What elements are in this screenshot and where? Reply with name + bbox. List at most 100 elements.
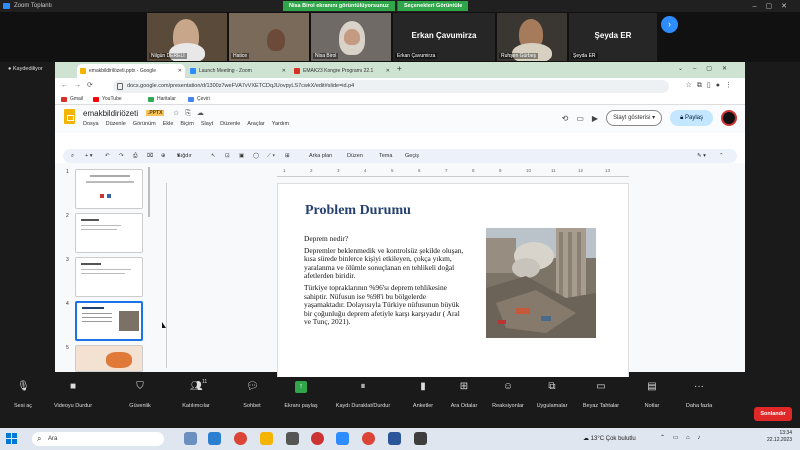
ruler-tick: 2	[310, 168, 313, 173]
bookmark-youtube[interactable]: YouTube	[93, 96, 122, 102]
title-icons[interactable]: ☆⎘☁	[173, 109, 210, 118]
add-icon[interactable]: + ▾	[85, 149, 93, 163]
bookmark-label: Çeviri	[197, 96, 210, 102]
slide-thumbnail[interactable]	[75, 213, 143, 253]
address-bar[interactable]: docs.google.com/presentation/d/1300z7weF…	[113, 80, 669, 93]
fit-dropdown[interactable]: Sığdır ▾	[177, 149, 192, 163]
bookmark-gmail[interactable]: Gmail	[61, 96, 83, 102]
zoom-app-icon[interactable]	[336, 432, 349, 445]
file-explorer-icon[interactable]	[260, 432, 273, 445]
earthquake-photo[interactable]	[486, 228, 596, 338]
participant-tile[interactable]: Nisa Birol	[311, 13, 391, 61]
recording-label: Kaydediliyor	[12, 66, 43, 72]
task-view-icon[interactable]	[184, 432, 197, 445]
textbox-icon[interactable]: ⊡	[225, 149, 230, 163]
menu-arrange[interactable]: Düzenle	[220, 121, 240, 127]
search-menus-icon[interactable]: ⌕	[71, 149, 74, 163]
slides-logo-icon[interactable]	[64, 109, 75, 124]
weather-widget[interactable]: ☁ 13°C Çok bulutlu	[583, 435, 636, 442]
redo-icon[interactable]: ↷	[119, 149, 124, 163]
menu-tools[interactable]: Araçlar	[247, 121, 264, 127]
menu-help[interactable]: Yardım	[272, 121, 289, 127]
print-icon[interactable]: ⎙	[133, 149, 137, 163]
avatar[interactable]	[721, 110, 737, 126]
participant-tile[interactable]: Erkan Çavumirza Erkan Çavumirza	[393, 13, 495, 61]
menu-edit[interactable]: Düzenle	[106, 121, 126, 127]
meet-icon[interactable]: ▶	[592, 114, 598, 123]
browser-tab-zoom[interactable]: Launch Meeting - Zoom ✕	[187, 64, 289, 78]
image-icon[interactable]: ▣	[239, 149, 244, 163]
chrome-app-icon[interactable]	[362, 432, 375, 445]
close-tab-icon[interactable]: ✕	[282, 64, 286, 78]
theme-button[interactable]: Tema	[379, 149, 392, 163]
tray-icons[interactable]: ⌃ ▭ ⌂ ♪	[660, 434, 703, 441]
participant-tile[interactable]: Nilgün DERELİ	[147, 13, 227, 61]
slide-question: Deprem nedir?	[304, 234, 349, 243]
store-icon[interactable]	[286, 432, 299, 445]
bookmark-label: YouTube	[102, 96, 122, 102]
translate-icon	[188, 97, 194, 102]
edge-icon[interactable]	[208, 432, 221, 445]
browser-tab-program[interactable]: EMAK23 Kongre Programı 22.1 ✕	[291, 64, 393, 78]
paint-format-icon[interactable]: ⌧	[147, 149, 153, 163]
thumbnail-number: 4	[66, 301, 69, 307]
comment-add-icon[interactable]: ⊞	[285, 149, 290, 163]
layout-button[interactable]: Düzen	[347, 149, 363, 163]
clock[interactable]: 13:34 22.12.2023	[767, 430, 792, 444]
thumbnail-scrollbar[interactable]	[148, 167, 150, 217]
browser-toolbar-icons[interactable]: ☆⧉▯●⋮	[686, 81, 737, 90]
collapse-icon[interactable]: ⌃	[719, 149, 724, 163]
slide-canvas[interactable]: Problem Durumu Deprem nedir? Depremler b…	[277, 183, 629, 382]
history-icon[interactable]: ⟲	[562, 114, 569, 123]
shape-icon[interactable]: ◯	[253, 149, 259, 163]
pen-icon[interactable]: ✎ ▾	[697, 149, 706, 163]
slide-thumbnail[interactable]	[75, 257, 143, 297]
bookmark-translate[interactable]: Çeviri	[188, 96, 210, 102]
polls-icon: ▮	[420, 381, 426, 392]
undo-icon[interactable]: ↶	[105, 149, 110, 163]
taskbar-search[interactable]: Ara	[32, 432, 164, 446]
nav-buttons[interactable]: ←→⟳	[61, 81, 99, 89]
menu-format[interactable]: Biçim	[180, 121, 193, 127]
browser-window-controls[interactable]: ⌄–▢✕	[678, 65, 737, 72]
slide-thumbnail[interactable]	[75, 345, 143, 372]
slideshow-button[interactable]: Slayt gösterisi ▾	[606, 110, 663, 126]
slide-title[interactable]: Problem Durumu	[305, 203, 411, 219]
menu-slide[interactable]: Slayt	[201, 121, 213, 127]
participant-tile[interactable]: Ruhşen Gürbeş	[497, 13, 567, 61]
slide-thumbnail[interactable]	[75, 169, 143, 209]
app-icon[interactable]	[414, 432, 427, 445]
new-tab-button[interactable]: +	[397, 64, 402, 73]
menu-file[interactable]: Dosya	[83, 121, 99, 127]
end-meeting-button[interactable]: Sonlandır	[754, 407, 792, 421]
comments-icon[interactable]: ▭	[576, 114, 584, 123]
participant-tile[interactable]: Şeyda ER Şeyda ER	[569, 13, 657, 61]
media-player-icon[interactable]	[311, 432, 324, 445]
ruler-tick: 5	[391, 168, 394, 173]
transition-button[interactable]: Geçiş	[405, 149, 419, 163]
control-label: Reaksiyonlar	[492, 403, 524, 409]
gallery-next-button[interactable]: ›	[661, 16, 678, 33]
document-title[interactable]: emakbildiriözeti	[83, 109, 138, 118]
bookmark-maps[interactable]: Haritalar	[148, 96, 176, 102]
slide-thumbnail-selected[interactable]	[75, 301, 143, 341]
zoom-icon[interactable]: ⊕	[161, 149, 166, 163]
close-tab-icon[interactable]: ✕	[178, 64, 182, 78]
address-row: ←→⟳ docs.google.com/presentation/d/1300z…	[55, 78, 745, 95]
view-options-button[interactable]: Seçenekleri Görüntüle	[396, 1, 469, 11]
thumbnail-number: 2	[66, 213, 69, 219]
windows-start-icon[interactable]	[6, 433, 18, 445]
share-button[interactable]: 🔒︎ Paylaş	[670, 110, 713, 126]
slide-body[interactable]: Deprem nedir? Depremler beklenmedik ve k…	[304, 234, 466, 330]
menu-view[interactable]: Görünüm	[133, 121, 156, 127]
chrome-icon[interactable]	[234, 432, 247, 445]
browser-tab-slides[interactable]: emakbildirilözeti.pptx - Google ✕	[77, 64, 185, 78]
menu-insert[interactable]: Ekle	[163, 121, 174, 127]
background-button[interactable]: Arka plan	[309, 149, 332, 163]
select-icon[interactable]: ↖	[211, 149, 216, 163]
close-tab-icon[interactable]: ✕	[386, 64, 390, 78]
participant-tile[interactable]: Hatice	[229, 13, 309, 61]
line-icon[interactable]: ⟋ ▾	[267, 149, 275, 163]
url-text: docs.google.com/presentation/d/1300z7weF…	[127, 83, 355, 89]
word-icon[interactable]	[388, 432, 401, 445]
